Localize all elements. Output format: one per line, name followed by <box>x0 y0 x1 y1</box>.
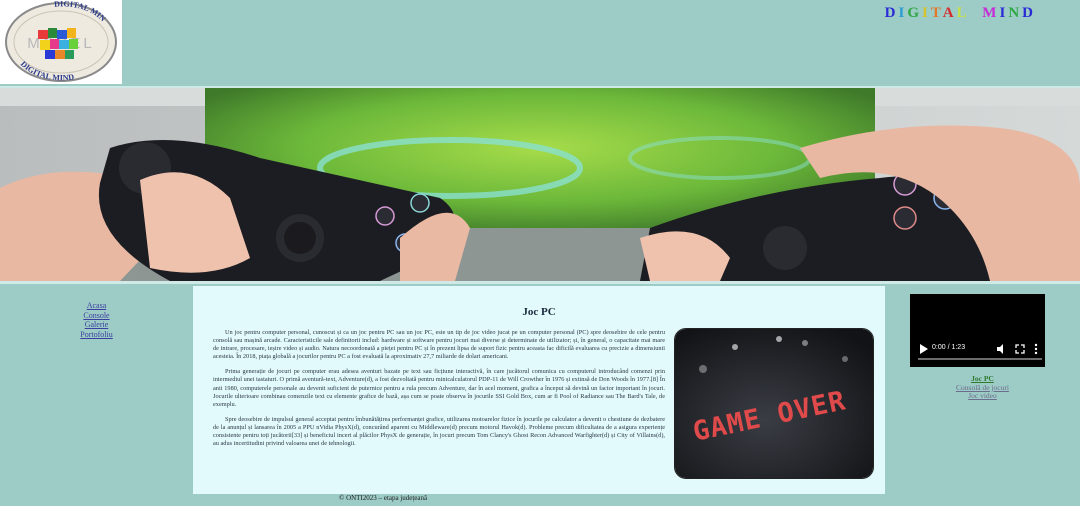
brand-letter: I <box>999 5 1009 21</box>
nav-item-portofoliu[interactable]: Portofoliu <box>0 330 193 340</box>
related-links: Joc PC Consolă de jocuri Joc video <box>885 374 1080 401</box>
nav-item-galerie[interactable]: Galerie <box>0 320 193 330</box>
article-text: Un joc pentru computer personal, cunoscu… <box>213 329 665 455</box>
brand-letter: A <box>942 5 957 21</box>
paragraph: Spre deosebire de impulsul general accep… <box>213 415 665 448</box>
volume-icon[interactable] <box>996 344 1006 354</box>
hero-banner-image <box>0 86 1080 284</box>
page-title: Joc PC <box>522 306 556 318</box>
video-controls: 0:00 / 1:23 <box>915 341 1042 360</box>
brand-title: DIGITAL MIND <box>885 5 1036 22</box>
right-sidebar: 0:00 / 1:23 Joc PC Consolă de jocuri Joc… <box>885 286 1080 494</box>
brand-letter: L <box>956 5 969 21</box>
video-player[interactable]: 0:00 / 1:23 <box>910 294 1045 367</box>
brand-letter <box>969 5 976 21</box>
nav-item-acasa[interactable]: Acasa <box>0 301 193 311</box>
link-joc-video[interactable]: Joc video <box>885 391 1080 401</box>
brand-letter: D <box>1022 5 1036 21</box>
brand-letter: N <box>1008 5 1023 21</box>
main-content: Joc PC Un joc pentru computer personal, … <box>193 286 885 494</box>
nav-item-console[interactable]: Console <box>0 311 193 321</box>
logo-emblem: DIGITAL MIND DIGITAL MIND MOBEL <box>0 0 117 82</box>
brand-letter: G <box>907 5 923 21</box>
brand-letter: T <box>930 5 943 21</box>
header: DIGITAL MIND DIGITAL MIND MOBEL DIGITAL … <box>0 0 1080 86</box>
brand-letter: D <box>884 5 899 21</box>
left-navigation: Acasa Console Galerie Portofoliu <box>0 286 193 494</box>
site-logo[interactable]: DIGITAL MIND DIGITAL MIND MOBEL <box>0 0 122 84</box>
play-icon[interactable] <box>919 343 929 355</box>
more-options-icon[interactable] <box>1033 343 1039 355</box>
paragraph: Prima generație de jocuri pe computer er… <box>213 368 665 408</box>
video-time: 0:00 / 1:23 <box>932 344 966 351</box>
brand-letter: M <box>982 5 1000 21</box>
footer-text: © ONTI2023 – etapa județeană <box>339 494 428 502</box>
video-progress-bar[interactable] <box>918 358 1042 360</box>
game-over-image: GAME OVER <box>674 328 874 479</box>
paragraph: Un joc pentru computer personal, cunoscu… <box>213 329 665 361</box>
footer: © ONTI2023 – etapa județeană <box>0 494 1080 506</box>
fullscreen-icon[interactable] <box>1015 344 1025 354</box>
brand-letter: I <box>922 5 931 21</box>
